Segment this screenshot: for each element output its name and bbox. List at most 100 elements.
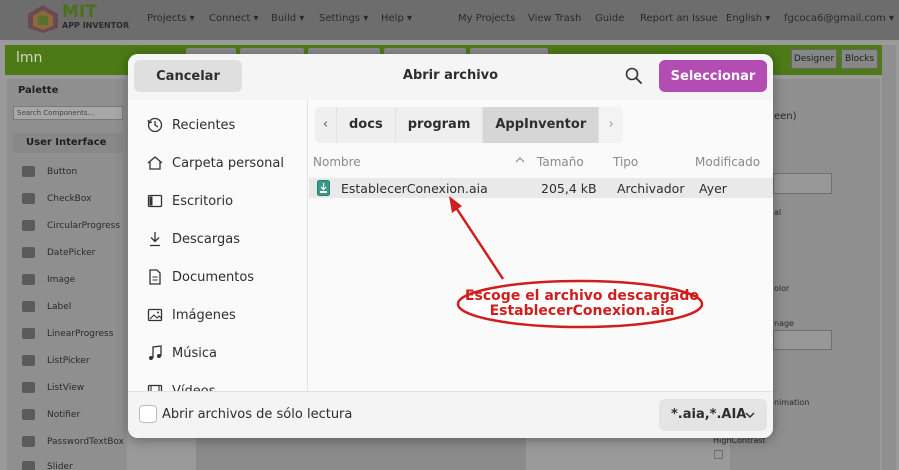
column-header-type[interactable]: Tipo — [613, 155, 638, 169]
palette-item-listview[interactable]: ListView — [22, 382, 84, 393]
project-name: lmn — [16, 50, 43, 66]
document-icon — [149, 269, 161, 285]
palette-item-image[interactable]: Image — [22, 274, 75, 285]
slider-icon — [22, 461, 35, 470]
palette-item-label: Slider — [47, 461, 73, 470]
palette-item-linearprogress[interactable]: LinearProgress — [22, 328, 113, 339]
search-icon[interactable] — [624, 66, 644, 86]
sidebar-item-descargas[interactable]: Descargas — [146, 227, 240, 251]
download-icon — [150, 232, 160, 247]
sidebar-item-imagenes[interactable]: Imágenes — [146, 303, 236, 327]
select-button[interactable]: Seleccionar — [659, 60, 767, 92]
breadcrumb-docs[interactable]: docs — [337, 107, 396, 143]
file-size: 205,4 kB — [541, 181, 597, 196]
properties-fragment: nimation — [774, 398, 810, 407]
listpicker-icon — [22, 355, 35, 366]
sidebar-item-label: Descargas — [172, 231, 241, 247]
nav-settings[interactable]: Settings ▾ — [319, 13, 368, 24]
nav-connect[interactable]: Connect ▾ — [209, 13, 259, 24]
palette-item-label-comp[interactable]: Label — [22, 301, 71, 312]
annotation-line-1: Escoge el archivo descargado — [464, 288, 699, 304]
file-name: EstablecerConexion.aia — [341, 181, 488, 196]
sidebar-item-escritorio[interactable]: Escritorio — [146, 189, 233, 213]
nav-guide[interactable]: Guide — [595, 13, 624, 24]
nav-view-trash[interactable]: View Trash — [528, 13, 581, 24]
palette-item-passwordtextbox[interactable]: PasswordTextBox — [22, 436, 124, 447]
nav-report-issue[interactable]: Report an Issue — [640, 13, 718, 24]
logo-subtitle: APP INVENTOR — [62, 21, 130, 30]
nav-projects[interactable]: Projects ▾ — [147, 13, 195, 24]
column-header-size[interactable]: Tamaño — [537, 155, 584, 169]
nav-account[interactable]: fgcoca6@gmail.com ▾ — [784, 13, 894, 24]
palette-item-checkbox[interactable]: CheckBox — [22, 193, 91, 204]
breadcrumb-appinventor[interactable]: AppInventor — [483, 107, 600, 143]
breadcrumb-forward-button[interactable]: › — [599, 107, 624, 143]
high-contrast-checkbox[interactable] — [714, 450, 723, 459]
open-file-dialog: Cancelar Abrir archivo Seleccionar Recie… — [128, 54, 773, 438]
palette-item-label: PasswordTextBox — [47, 436, 124, 447]
sidebar-item-documentos[interactable]: Documentos — [146, 265, 254, 289]
sidebar-item-carpeta-personal[interactable]: Carpeta personal — [146, 151, 284, 175]
properties-fragment: olor — [774, 284, 790, 293]
dialog-footer: Abrir archivos de sólo lectura *.aia,*.A… — [128, 391, 773, 438]
breadcrumb: ‹ docs program AppInventor › — [315, 107, 624, 143]
properties-input[interactable] — [773, 330, 832, 350]
sidebar-item-recientes[interactable]: Recientes — [146, 113, 235, 137]
nav-build[interactable]: Build ▾ — [271, 13, 304, 24]
palette-item-label: Button — [47, 166, 78, 177]
readonly-checkbox[interactable] — [139, 405, 157, 423]
palette-item-notifier[interactable]: Notifier — [22, 409, 80, 420]
app-inventor-logo-icon — [28, 5, 58, 33]
sidebar-item-label: Imágenes — [172, 307, 236, 323]
button-icon — [22, 166, 35, 177]
palette-item-label: Image — [47, 274, 76, 285]
music-icon — [149, 345, 162, 360]
linear-progress-icon — [22, 328, 35, 339]
desktop-icon — [147, 194, 163, 208]
nav-language[interactable]: English ▾ — [726, 13, 770, 24]
column-header-modified[interactable]: Modificado — [695, 155, 760, 169]
blocks-button[interactable]: Blocks — [841, 49, 878, 69]
designer-button[interactable]: Designer — [791, 49, 837, 69]
file-filter-dropdown[interactable]: *.aia,*.AIA — [659, 399, 767, 431]
palette-item-label: ListView — [47, 382, 85, 393]
column-header-name[interactable]: Nombre — [313, 155, 361, 169]
nav-help[interactable]: Help ▾ — [381, 13, 412, 24]
chevron-down-icon — [745, 412, 755, 419]
places-sidebar: Recientes Carpeta personal Escritorio De… — [128, 100, 308, 399]
file-modified: Ayer — [699, 181, 727, 196]
image-icon — [147, 308, 163, 322]
palette-search-input[interactable]: Search Components... — [13, 106, 123, 120]
sidebar-item-label: Escritorio — [172, 193, 234, 209]
palette-item-listpicker[interactable]: ListPicker — [22, 355, 90, 366]
palette-item-label: Label — [47, 301, 72, 312]
sidebar-item-label: Carpeta personal — [172, 155, 284, 171]
nav-my-projects[interactable]: My Projects — [458, 13, 515, 24]
sidebar-item-label: Recientes — [172, 117, 236, 133]
palette-item-circularprogress[interactable]: CircularProgress — [22, 220, 120, 231]
file-filter-label: *.aia,*.AIA — [671, 407, 747, 422]
palette-title: Palette — [18, 85, 59, 96]
listview-icon — [22, 382, 35, 393]
palette-item-label: CheckBox — [47, 193, 92, 204]
palette-item-label: DatePicker — [47, 247, 96, 258]
breadcrumb-program[interactable]: program — [395, 107, 484, 143]
image-icon — [22, 274, 35, 285]
palette-item-button[interactable]: Button — [22, 166, 77, 177]
label-icon — [22, 301, 35, 312]
sidebar-item-label: Documentos — [172, 269, 255, 285]
palette-item-datepicker[interactable]: DatePicker — [22, 247, 95, 258]
palette-item-slider[interactable]: Slider — [22, 461, 73, 470]
palette-section-user-interface[interactable]: User Interface — [13, 133, 123, 153]
notifier-icon — [22, 409, 35, 420]
sidebar-item-musica[interactable]: Música — [146, 341, 217, 365]
breadcrumb-back-button[interactable]: ‹ — [315, 107, 337, 143]
annotation-line-2: EstablecerConexion.aia — [489, 303, 675, 319]
properties-input[interactable] — [773, 173, 832, 194]
palette-item-label: ListPicker — [47, 355, 90, 366]
palette-item-label: Notifier — [47, 409, 81, 420]
dialog-header: Cancelar Abrir archivo Seleccionar — [128, 54, 773, 100]
page-scrollbar[interactable] — [882, 45, 896, 470]
clock-icon — [147, 117, 163, 133]
circular-progress-icon — [22, 220, 35, 231]
